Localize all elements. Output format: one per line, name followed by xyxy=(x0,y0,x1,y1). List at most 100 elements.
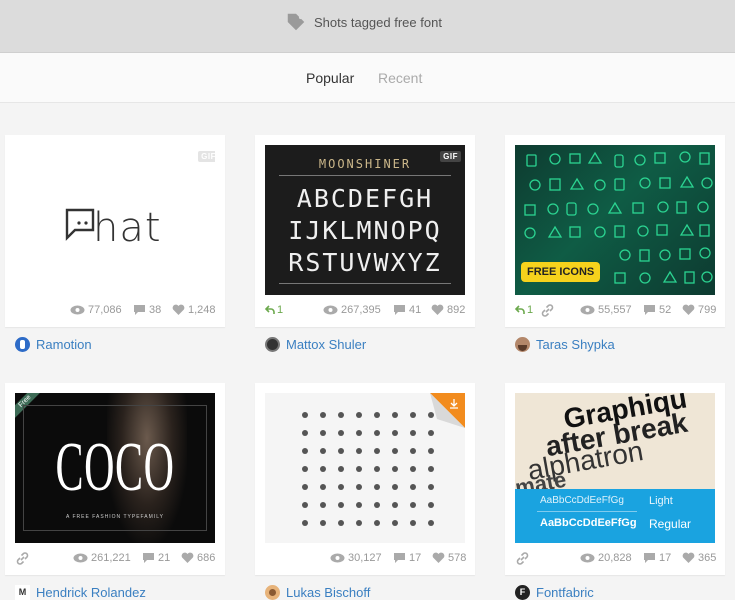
weight-regular-label: Regular xyxy=(649,517,692,531)
heart-icon xyxy=(682,552,695,563)
tabs-bar: Popular Recent xyxy=(0,53,735,103)
shot-stats: 20,828 17 365 xyxy=(505,551,725,567)
link-icon[interactable] xyxy=(540,303,555,318)
comment-icon xyxy=(644,305,655,315)
shot-author[interactable]: Ramotion xyxy=(15,337,92,352)
likes-count: 1,248 xyxy=(188,304,216,316)
tab-popular[interactable]: Popular xyxy=(306,70,354,86)
shot-card[interactable]: GIF MOONSHINER ABCDEFGH IJKLMNOPQ RSTUVW… xyxy=(255,135,475,327)
views-stat: 261,221 xyxy=(73,552,131,564)
comment-icon xyxy=(143,553,154,563)
comment-icon xyxy=(134,305,145,315)
gif-badge: GIF xyxy=(198,151,215,162)
likes-stat: 1,248 xyxy=(172,304,216,316)
rebound-icon xyxy=(515,305,525,314)
likes-stat: 578 xyxy=(432,552,466,564)
shot-author[interactable]: Taras Shypka xyxy=(515,337,615,352)
free-icons-badge: FREE ICONS xyxy=(521,262,601,282)
link-icon[interactable] xyxy=(15,551,30,566)
comments-count: 38 xyxy=(149,304,162,316)
rebound-count: 1 xyxy=(277,304,284,316)
shot-card[interactable]: Free COCO A FREE FASHION TYPEFAMILY 261,… xyxy=(5,383,225,575)
avatar[interactable]: F xyxy=(515,585,530,600)
comments-stat: 41 xyxy=(393,304,421,316)
shot-thumbnail[interactable]: GIF MOONSHINER ABCDEFGH IJKLMNOPQ RSTUVW… xyxy=(265,145,465,295)
heart-icon xyxy=(181,552,194,563)
shot-card[interactable]: GIF hat 77,086 38 1,248 xyxy=(5,135,225,327)
coco-wordmark: COCO xyxy=(55,429,175,506)
author-name[interactable]: Ramotion xyxy=(36,337,92,352)
shot-author[interactable]: Mattox Shuler xyxy=(265,337,366,352)
comments-stat: 52 xyxy=(643,304,671,316)
author-name[interactable]: Hendrick Rolandez xyxy=(36,585,146,600)
views-count: 30,127 xyxy=(348,552,382,564)
views-stat: 77,086 xyxy=(70,304,122,316)
shot-thumbnail[interactable]: Free COCO A FREE FASHION TYPEFAMILY xyxy=(15,393,215,543)
rebound-icon xyxy=(265,305,275,314)
tag-icon xyxy=(287,13,305,31)
heart-icon xyxy=(172,304,185,315)
shot-card[interactable]: Graphiqu after break alphatron mate AaBb… xyxy=(505,383,725,575)
shot-author[interactable]: M Hendrick Rolandez xyxy=(15,585,146,600)
comment-icon xyxy=(394,553,405,563)
avatar[interactable]: M xyxy=(15,585,30,600)
shot-thumbnail[interactable]: FREE ICONS xyxy=(515,145,715,295)
views-stat: 55,557 xyxy=(580,304,632,316)
views-count: 55,557 xyxy=(598,304,632,316)
views-count: 261,221 xyxy=(91,552,131,564)
rebound-stat[interactable]: 1 xyxy=(515,304,533,316)
chat-logo-text: hat xyxy=(93,205,162,251)
likes-count: 578 xyxy=(448,552,467,564)
avatar[interactable] xyxy=(265,337,280,352)
likes-stat: 686 xyxy=(181,552,215,564)
comments-count: 52 xyxy=(659,304,672,316)
avatar[interactable] xyxy=(515,337,530,352)
shot-stats: 261,221 21 686 xyxy=(5,551,225,567)
tab-recent[interactable]: Recent xyxy=(378,70,422,86)
comments-stat: 38 xyxy=(133,304,161,316)
weather-icons-grid xyxy=(302,393,465,526)
likes-stat: 365 xyxy=(682,552,716,564)
comments-stat: 21 xyxy=(142,552,170,564)
comment-icon xyxy=(644,553,655,563)
chat-logo-mark xyxy=(65,208,95,241)
sample-light: AaBbCcDdEeFfGg xyxy=(540,495,624,506)
shot-thumbnail[interactable]: Graphiqu after break alphatron mate AaBb… xyxy=(515,393,715,543)
eye-icon xyxy=(70,305,85,315)
shot-card[interactable]: 30,127 17 578 xyxy=(255,383,475,575)
views-stat: 30,127 xyxy=(330,552,382,564)
author-name[interactable]: Lukas Bischoff xyxy=(286,585,370,600)
views-count: 77,086 xyxy=(88,304,122,316)
coco-caption: A FREE FASHION TYPEFAMILY xyxy=(66,514,164,520)
shot-stats: 30,127 17 578 xyxy=(255,551,475,567)
shot-thumbnail[interactable] xyxy=(265,393,465,543)
specimen-word-4: mate xyxy=(515,466,569,489)
heart-icon xyxy=(431,304,444,315)
shot-thumbnail[interactable]: GIF hat xyxy=(15,145,215,295)
comments-count: 17 xyxy=(409,552,422,564)
shot-stats: 77,086 38 1,248 xyxy=(5,303,225,319)
avatar[interactable] xyxy=(265,585,280,600)
eye-icon xyxy=(580,305,595,315)
rebound-stat[interactable]: 1 xyxy=(265,304,283,316)
shot-author[interactable]: Lukas Bischoff xyxy=(265,585,370,600)
author-name[interactable]: Mattox Shuler xyxy=(286,337,366,352)
likes-stat: 892 xyxy=(431,304,465,316)
author-name[interactable]: Fontfabric xyxy=(536,585,594,600)
link-icon[interactable] xyxy=(515,551,530,566)
heart-icon xyxy=(432,552,445,563)
rebound-count: 1 xyxy=(527,304,534,316)
comments-count: 41 xyxy=(409,304,422,316)
shot-stats: 1 55,557 52 799 xyxy=(505,303,725,319)
shot-author[interactable]: F Fontfabric xyxy=(515,585,594,600)
views-stat: 20,828 xyxy=(580,552,632,564)
comments-count: 17 xyxy=(659,552,672,564)
shot-stats: 1 267,395 41 892 xyxy=(255,303,475,319)
author-name[interactable]: Taras Shypka xyxy=(536,337,615,352)
avatar[interactable] xyxy=(15,337,30,352)
eye-icon xyxy=(323,305,338,315)
comments-count: 21 xyxy=(158,552,171,564)
shot-card[interactable]: FREE ICONS 1 55,557 52 799 xyxy=(505,135,725,327)
comments-stat: 17 xyxy=(643,552,671,564)
page-title: Shots tagged free font xyxy=(314,15,442,30)
